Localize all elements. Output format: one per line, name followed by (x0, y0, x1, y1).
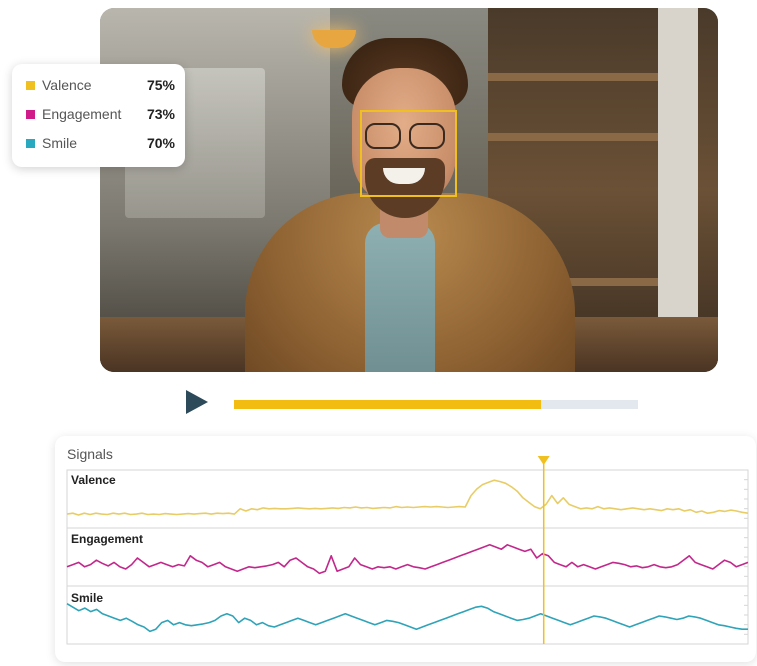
signals-chart[interactable] (55, 436, 756, 662)
metric-value: 73% (146, 106, 175, 122)
progress-bar[interactable] (234, 400, 638, 409)
metric-row-smile: Smile 70% (26, 133, 175, 153)
series-line-smile (66, 603, 748, 633)
engagement-swatch (26, 109, 35, 119)
playhead-triangle-icon[interactable] (537, 456, 550, 465)
person-shirt (365, 223, 435, 372)
metric-label: Smile (42, 135, 78, 151)
metric-label: Valence (42, 77, 92, 93)
metric-row-valence: Valence 75% (26, 75, 175, 95)
metric-value: 70% (146, 135, 175, 151)
signals-panel: Signals Valence Engagement Smile (55, 436, 756, 662)
play-icon[interactable] (186, 390, 208, 414)
progress-fill (234, 400, 542, 409)
track-label-smile: Smile (71, 591, 104, 605)
valence-swatch (26, 80, 35, 90)
smile-swatch (26, 138, 35, 148)
track-label-valence: Valence (71, 473, 116, 487)
metric-label: Engagement (42, 106, 122, 122)
series-line-engagement (66, 544, 749, 575)
track-label-engagement: Engagement (71, 532, 144, 546)
metric-row-engagement: Engagement 73% (26, 104, 175, 124)
metrics-card: Valence 75% Engagement 73% Smile 70% (12, 64, 185, 167)
signals-frame (66, 469, 749, 645)
video-frame[interactable] (100, 8, 718, 372)
series-line-valence (66, 479, 749, 516)
face-detection-box (360, 110, 457, 197)
metric-value: 75% (146, 77, 175, 93)
